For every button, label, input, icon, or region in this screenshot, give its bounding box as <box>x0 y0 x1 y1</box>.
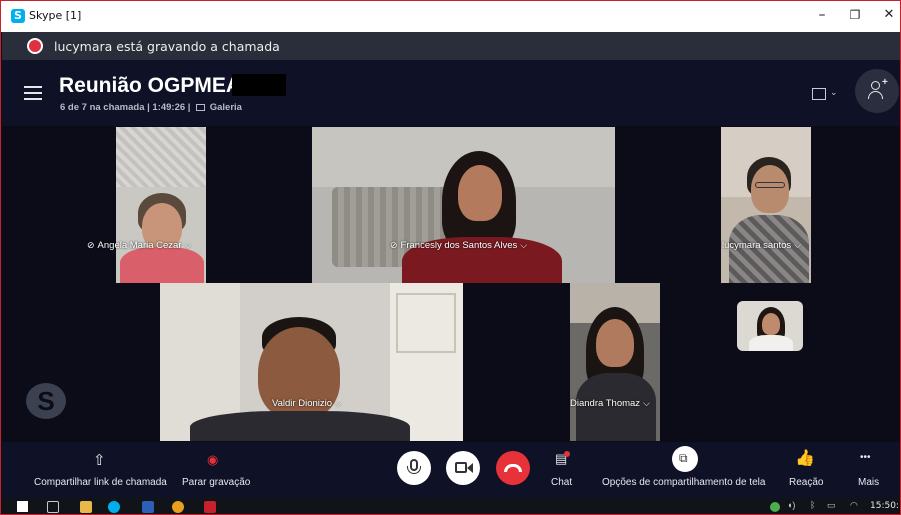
skype-window: S Skype [1] – ❐ ✕ lucymara está gravando… <box>0 0 901 515</box>
skype-app-icon: S <box>11 9 25 23</box>
video-button[interactable] <box>446 451 480 485</box>
video-tile-francesly[interactable] <box>312 127 615 283</box>
add-person-icon <box>871 81 880 90</box>
participant-name: Francesly dos Santos Alves <box>400 240 518 251</box>
mic-off-icon: ⊘ <box>390 240 398 250</box>
taskbar-clock[interactable]: 15:50:1 <box>870 501 900 511</box>
screen-share-icon: ⧉ <box>679 451 688 465</box>
window-title: Skype [1] <box>29 9 82 22</box>
close-button[interactable]: ✕ <box>874 4 900 28</box>
participant-label-angela[interactable]: ⊘ Angela Maria Cezar ⌵ <box>87 238 217 254</box>
chrome-icon[interactable] <box>172 501 184 513</box>
participant-label-valdir[interactable]: Valdir Dionizio ⌵ <box>264 394 364 414</box>
video-tile-diandra[interactable] <box>570 283 660 441</box>
participant-label-diandra[interactable]: Diandra Thomaz ⌵ <box>562 394 672 414</box>
chevron-down-icon: ⌵ <box>643 398 650 408</box>
skype-logo-icon: S <box>26 383 66 419</box>
title-bar: S Skype [1] – ❐ ✕ <box>1 1 900 32</box>
task-view-icon[interactable] <box>47 501 59 513</box>
meeting-title: Reunião OGPMEA <box>59 74 242 97</box>
chevron-down-icon: ⌵ <box>335 398 342 408</box>
video-tile-valdir[interactable] <box>160 283 463 441</box>
camera-icon <box>455 462 467 473</box>
video-tile-lucymara[interactable] <box>721 127 811 283</box>
participant-label-francesly[interactable]: ⊘ Francesly dos Santos Alves ⌵ <box>382 238 552 254</box>
windows-start-icon[interactable] <box>17 501 28 512</box>
participant-name: Diandra Thomaz <box>570 398 641 409</box>
volume-icon[interactable]: ◖) <box>787 500 795 510</box>
word-icon[interactable] <box>142 501 154 513</box>
call-controls: ⇧ Compartilhar link de chamada ◉ Parar g… <box>2 442 900 498</box>
recording-banner: lucymara está gravando a chamada <box>2 32 900 60</box>
hang-up-icon <box>504 464 522 472</box>
layout-button[interactable]: ⌄ <box>808 86 838 106</box>
gallery-icon <box>196 104 206 111</box>
video-tile-angela[interactable] <box>116 127 206 283</box>
wifi-icon[interactable]: ◠ <box>850 500 858 511</box>
view-mode-label[interactable]: Galeria <box>210 102 242 113</box>
chevron-down-icon: ⌵ <box>520 240 528 250</box>
redaction-box <box>232 74 286 96</box>
stop-recording-button[interactable]: Parar gravação <box>182 477 250 488</box>
chevron-down-icon: ⌵ <box>184 240 192 250</box>
screen-share-options-button[interactable]: Opções de compartilhamento de tela <box>602 477 765 488</box>
thumbs-up-icon[interactable]: 👍 <box>795 448 815 468</box>
more-button[interactable]: Mais <box>858 477 879 488</box>
call-status-text: 6 de 7 na chamada | 1:49:26 | <box>60 102 191 113</box>
add-people-button[interactable]: + <box>855 69 899 113</box>
restore-button[interactable]: ❐ <box>840 4 870 28</box>
menu-icon[interactable] <box>24 86 42 100</box>
stop-recording-icon[interactable]: ◉ <box>207 452 218 468</box>
bluetooth-icon[interactable]: ᛒ <box>810 500 815 510</box>
battery-icon[interactable]: ▭ <box>827 500 836 511</box>
participant-name: lucymara santos <box>722 240 792 251</box>
chevron-down-icon: ⌄ <box>830 87 838 97</box>
mcafee-icon[interactable] <box>204 501 216 513</box>
self-view-video[interactable] <box>737 301 803 351</box>
chat-notification-dot <box>564 451 570 457</box>
more-icon[interactable]: ••• <box>860 452 871 463</box>
recording-icon <box>27 38 43 54</box>
video-gallery: ⊘ Angela Maria Cezar ⌵ ⊘ Francesly dos Sant… <box>2 126 900 442</box>
recording-text: lucymara está gravando a chamada <box>54 39 280 54</box>
minimize-button[interactable]: – <box>807 4 837 28</box>
mute-button[interactable] <box>397 451 431 485</box>
mic-off-icon: ⊘ <box>87 240 95 250</box>
hang-up-button[interactable] <box>496 451 530 485</box>
chevron-down-icon: ⌵ <box>794 240 801 250</box>
participant-label-lucymara[interactable]: lucymara santos ⌵ <box>720 238 820 254</box>
windows-taskbar: ◖) ᛒ ▭ ◠ 15:50:1 <box>2 498 900 514</box>
participant-name: Valdir Dionizio <box>272 398 333 409</box>
share-icon[interactable]: ⇧ <box>93 451 106 469</box>
share-link-button[interactable]: Compartilhar link de chamada <box>34 477 167 488</box>
call-header: Reunião OGPMEA 6 de 7 na chamada | 1:49:… <box>2 60 900 126</box>
file-explorer-icon[interactable] <box>80 501 92 513</box>
call-info: 6 de 7 na chamada | 1:49:26 | Galeria <box>60 102 242 113</box>
reaction-button[interactable]: Reação <box>789 477 823 488</box>
chat-button[interactable]: Chat <box>551 477 572 488</box>
screen-share-button-icon[interactable]: ⧉ <box>672 446 698 472</box>
tray-app-icon[interactable] <box>770 502 780 512</box>
layout-icon <box>812 88 826 100</box>
skype-taskbar-icon[interactable] <box>108 501 120 513</box>
participant-name: Angela Maria Cezar <box>97 240 182 251</box>
